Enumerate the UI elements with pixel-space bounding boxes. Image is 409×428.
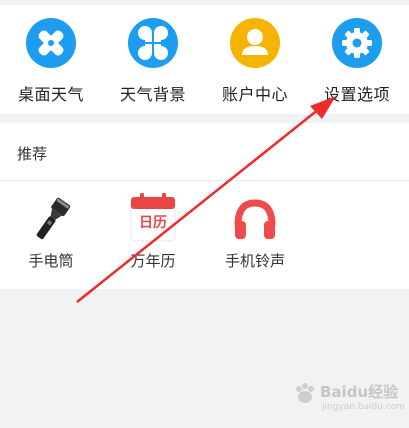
tools-panel: 桌面天气 天气背景 账户中心 设置选项 bbox=[0, 5, 409, 114]
user-icon bbox=[230, 18, 280, 68]
baidu-watermark: Baidu经验 jingyan.baidu.com bbox=[292, 378, 406, 420]
app-ringtones[interactable]: 手机铃声 bbox=[204, 181, 306, 289]
watermark-main: Baidu经验 bbox=[320, 383, 399, 401]
tool-weather-background[interactable]: 天气背景 bbox=[102, 5, 204, 114]
app-calendar[interactable]: 日历 万年历 bbox=[102, 181, 204, 289]
gear-icon bbox=[332, 18, 382, 68]
app-label: 手机铃声 bbox=[224, 252, 285, 270]
recommend-apps: 手电筒 日历 万年历 手机铃声 bbox=[0, 181, 409, 289]
paw-icon bbox=[296, 383, 314, 403]
app-label: 手电筒 bbox=[28, 252, 74, 270]
watermark-sub: jingyan.baidu.com bbox=[322, 402, 406, 412]
headphones-icon bbox=[230, 193, 280, 245]
flashlight-icon bbox=[26, 193, 76, 245]
section-title: 推荐 bbox=[17, 145, 48, 163]
tool-label: 桌面天气 bbox=[17, 85, 84, 104]
calendar-icon: 日历 bbox=[128, 193, 178, 245]
four-leaf-icon bbox=[128, 18, 178, 68]
section-gap bbox=[0, 114, 409, 123]
tool-label: 账户中心 bbox=[221, 85, 288, 104]
tool-account-center[interactable]: 账户中心 bbox=[204, 5, 306, 114]
app-label: 万年历 bbox=[130, 252, 176, 270]
tool-label: 设置选项 bbox=[323, 85, 390, 104]
settings-cross-icon bbox=[26, 18, 76, 68]
tool-settings[interactable]: 设置选项 bbox=[306, 5, 408, 114]
recommend-header: 推荐 bbox=[0, 123, 409, 181]
calendar-icon-text: 日历 bbox=[139, 215, 167, 231]
app-flashlight[interactable]: 手电筒 bbox=[0, 181, 102, 289]
tool-label: 天气背景 bbox=[119, 85, 186, 104]
tool-desktop-weather[interactable]: 桌面天气 bbox=[0, 5, 102, 114]
